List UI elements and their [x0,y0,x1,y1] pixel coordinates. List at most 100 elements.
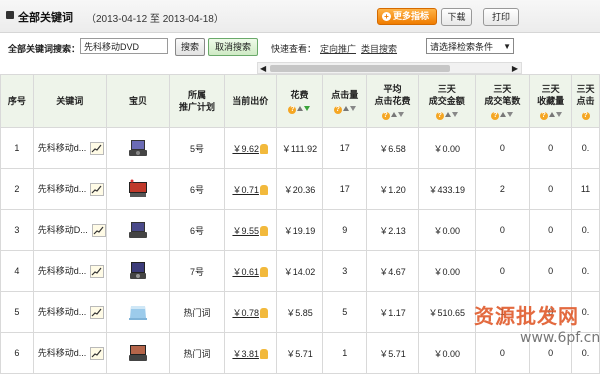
keyword-cell: 先科移动D... [32,209,107,251]
plan-cell: 6号 [169,168,225,210]
bid-link[interactable]: ￥0.71 [232,185,259,195]
product-thumbnail[interactable] [127,219,149,241]
product-thumbnail[interactable] [127,137,149,159]
avg-cpc-cell: ￥1.17 [366,291,419,333]
trend-chart-icon[interactable] [90,347,105,361]
col-no: 序号 [0,74,34,128]
keyword-text[interactable]: 先科移动d... [38,348,87,358]
trend-chart-icon[interactable] [90,306,105,320]
trend-chart-icon[interactable] [91,224,106,238]
sort-asc-icon [548,111,555,117]
edit-bid-icon[interactable] [259,267,268,278]
edit-bid-icon[interactable] [259,144,268,155]
plan-cell: 6号 [169,209,225,251]
keyword-cell: 先科移动d... [32,291,107,333]
bid-link[interactable]: ￥3.81 [232,349,259,359]
col-plan: 所属 推广计划 [169,74,225,128]
more-metrics-button[interactable]: + 更多指标 [377,8,437,25]
print-button[interactable]: 打印 [483,8,519,26]
help-icon: ? [581,111,590,120]
keyword-text[interactable]: 先科移动D... [38,225,88,235]
avg-cpc-cell: ￥1.20 [366,168,419,210]
bid-link[interactable]: ￥0.78 [232,308,259,318]
favorites-cell: 0 [529,127,573,169]
date-range: （2013-04-12 至 2013-04-18） [86,14,224,25]
edit-bid-icon[interactable] [259,308,268,319]
scroll-right-icon[interactable]: ▶ [512,63,518,74]
keyword-text[interactable]: 先科移动d... [38,307,87,317]
table-row: 2 先科移动d... 6号 ￥0.71 ￥20.36 17 ￥1.20 ￥433.19 2 0 11 [0,168,600,210]
filter-select[interactable]: 请选择检索条件 ▼ [426,38,514,54]
clicks-cell: 1 [322,332,368,374]
search-bar: 全部关键词搜索： 先科移动DVD 搜索 取消搜索 快速查看： 定向推广 类目搜索… [0,33,600,61]
cancel-search-button[interactable]: 取消搜索 [208,38,258,56]
plan-cell: 5号 [169,127,225,169]
clicks-3day-cell: 0. [571,250,600,292]
clicks-cell: 17 [322,168,368,210]
keyword-cell: 先科移动d... [32,332,107,374]
col-3day-favorites[interactable]: 三天 收藏量 ? [529,74,573,128]
clicks-cell: 3 [322,250,368,292]
sort-asc-icon [297,105,304,111]
clicks-cell: 5 [322,291,368,333]
cost-cell: ￥111.92 [275,127,324,169]
table-header-row: 序号 关键词 宝贝 所属 推广计划 当前出价 花费 ? 点击量 ? 平均 点击花费 … [0,74,600,128]
cost-cell: ￥5.85 [275,291,324,333]
help-icon: ? [288,105,297,114]
search-button[interactable]: 搜索 [175,38,205,56]
edit-bid-icon[interactable] [259,226,268,237]
keyword-text[interactable]: 先科移动d... [38,266,87,276]
product-thumbnail[interactable] [127,342,149,364]
cost-cell: ￥14.02 [275,250,324,292]
col-avg-cpc[interactable]: 平均 点击花费 ? [366,74,419,128]
download-button[interactable]: 下载 [441,8,472,26]
trend-chart-icon[interactable] [90,183,105,197]
bid-cell: ￥0.71 [223,168,277,210]
page-title: 全部关键词 [18,12,73,24]
col-3day-clicks[interactable]: 三天 点击 ? [571,74,600,128]
trend-chart-icon[interactable] [90,265,105,279]
category-search-link[interactable]: 类目搜索 [361,42,397,55]
bid-link[interactable]: ￥9.55 [232,226,259,236]
scroll-thumb[interactable] [270,65,450,72]
col-3day-deal-count[interactable]: 三天 成交笔数 ? [474,74,531,128]
clicks-3day-cell: 11 [571,168,600,210]
scroll-left-icon[interactable]: ◀ [260,63,266,74]
plan-cell: 热门词 [169,332,225,374]
product-thumbnail[interactable] [127,301,149,323]
keyword-text[interactable]: 先科移动d... [38,184,87,194]
deal-count-cell: 2 [474,168,531,210]
horizontal-scrollbar[interactable]: ◀ ▶ [257,62,522,74]
col-clicks[interactable]: 点击量 ? [322,74,368,128]
deal-count-cell: 0 [474,127,531,169]
bid-cell: ￥3.81 [223,332,277,374]
sort-asc-icon [342,105,349,111]
col-cost[interactable]: 花费 ? [275,74,324,128]
trend-chart-icon[interactable] [90,142,105,156]
col-3day-deal-amount[interactable]: 三天 成交金额 ? [417,74,476,128]
keyword-text[interactable]: 先科移动d... [38,143,87,153]
keyword-search-input[interactable]: 先科移动DVD [80,38,168,54]
product-thumbnail[interactable] [127,260,149,282]
targeted-promo-link[interactable]: 定向推广 [320,42,356,55]
search-label: 全部关键词搜索： [8,44,81,54]
item-cell [105,332,171,374]
bid-cell: ￥9.55 [223,209,277,251]
sort-desc-icon [397,111,404,117]
sort-desc-icon [349,105,356,111]
edit-bid-icon[interactable] [259,349,268,360]
product-thumbnail[interactable] [127,178,149,200]
bid-link[interactable]: ￥9.62 [232,144,259,154]
col-item: 宝贝 [105,74,171,128]
deal-count-cell: 0 [474,209,531,251]
sort-desc-icon [507,111,514,117]
deal-count-cell: 0 [474,250,531,292]
table-row: 3 先科移动D... 6号 ￥9.55 ￥19.19 9 ￥2.13 ￥0.00 0 0 0. [0,209,600,251]
table-row: 4 先科移动d... 7号 ￥0.61 ￥14.02 3 ￥4.67 ￥0.00 0 0 0. [0,250,600,292]
edit-bid-icon[interactable] [259,185,268,196]
keyword-cell: 先科移动d... [32,168,107,210]
quick-view-label: 快速查看： [271,44,317,54]
bid-link[interactable]: ￥0.61 [232,267,259,277]
chevron-down-icon: ▼ [503,42,511,51]
row-no: 3 [0,209,34,251]
